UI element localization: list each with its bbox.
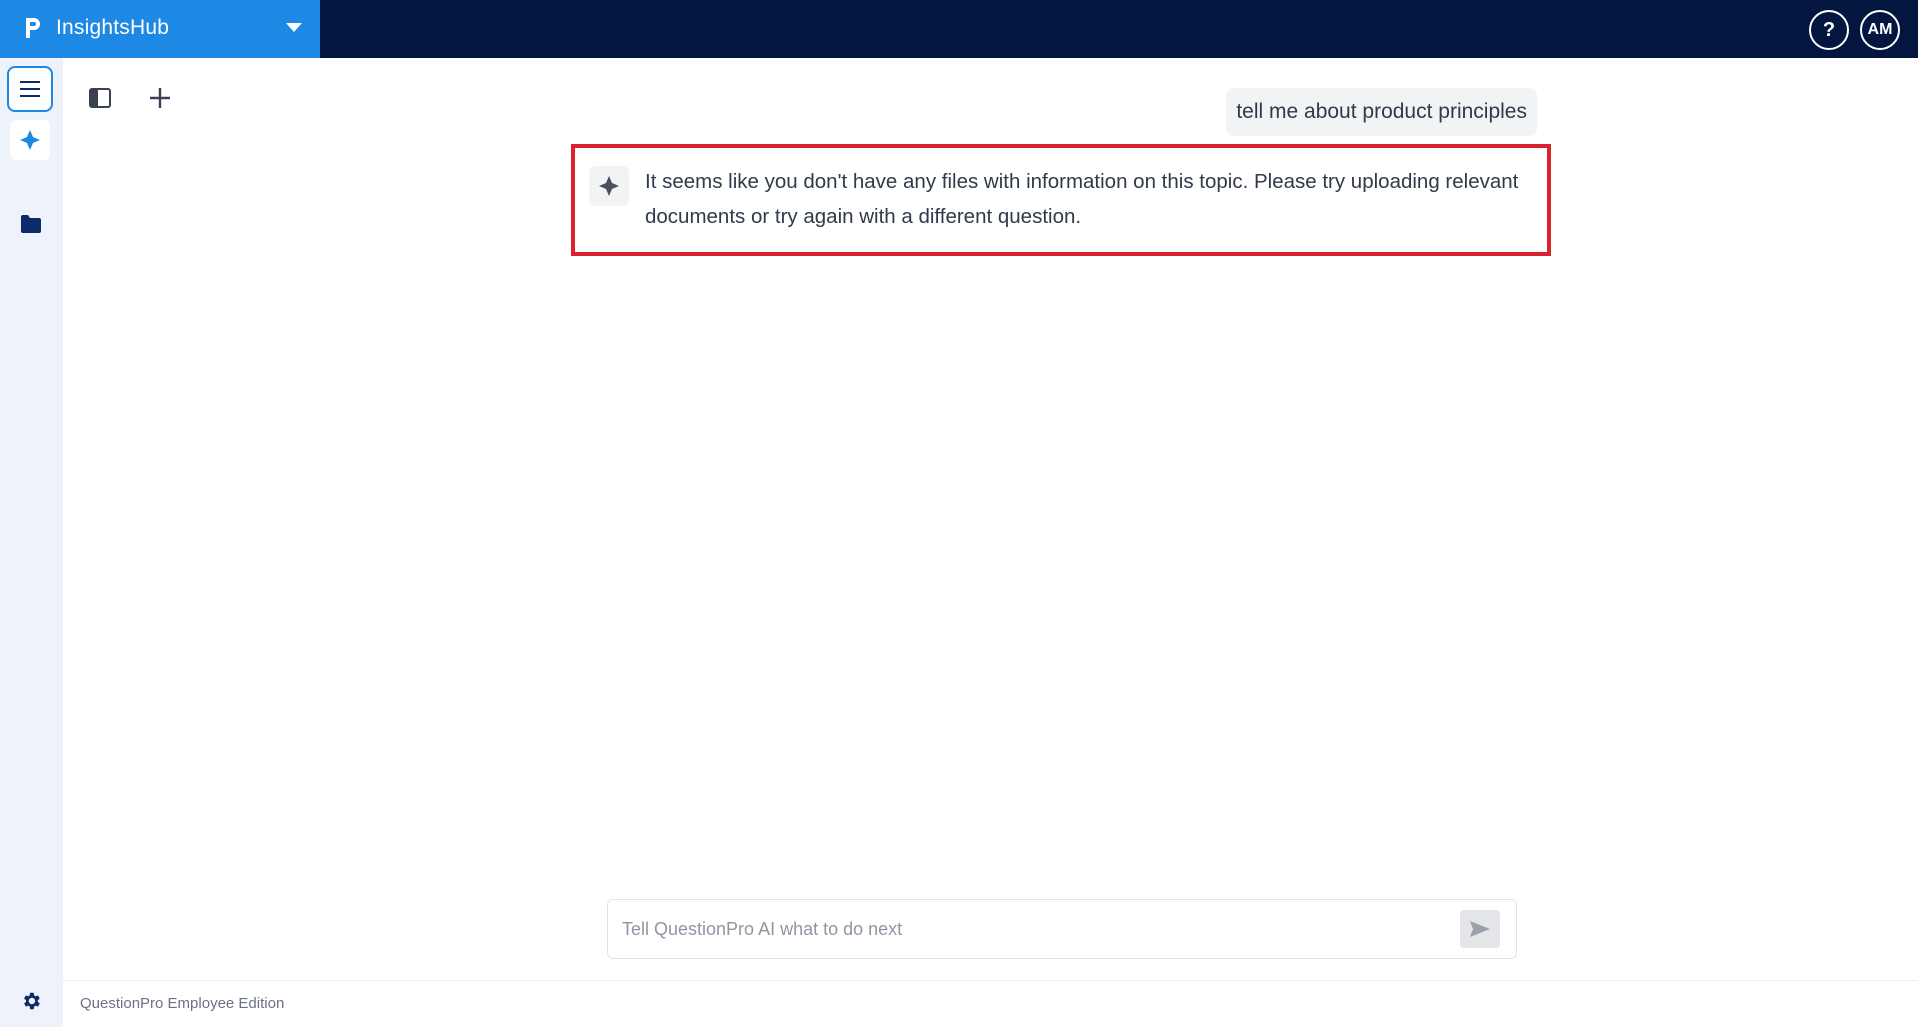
sidebar-item-ai[interactable]	[10, 120, 50, 160]
ai-response-highlight: It seems like you don't have any files w…	[571, 144, 1551, 256]
ai-avatar	[589, 166, 629, 206]
app-title: InsightsHub	[56, 16, 170, 39]
left-sidebar	[0, 58, 63, 1027]
help-button[interactable]: ?	[1809, 10, 1849, 50]
questionpro-logo-icon	[26, 18, 40, 38]
chevron-down-icon	[286, 23, 302, 32]
chat-input-container	[607, 899, 1517, 959]
gear-icon[interactable]	[20, 990, 42, 1012]
folder-icon[interactable]	[20, 214, 42, 234]
panel-toggle-icon[interactable]	[88, 86, 112, 110]
footer-divider	[63, 980, 1918, 981]
sparkle-icon	[599, 176, 619, 196]
top-header: InsightsHub ? AM	[0, 0, 1918, 58]
ai-response-text: It seems like you don't have any files w…	[645, 170, 1519, 228]
send-button[interactable]	[1460, 910, 1500, 948]
app-switcher[interactable]: InsightsHub	[0, 0, 320, 58]
user-message: tell me about product principles	[1226, 88, 1537, 136]
user-avatar[interactable]: AM	[1860, 10, 1900, 50]
plus-icon[interactable]	[148, 86, 172, 110]
footer-text: QuestionPro Employee Edition	[80, 995, 285, 1012]
send-icon	[1470, 921, 1490, 937]
chat-input[interactable]	[620, 910, 1440, 948]
sparkle-icon	[20, 130, 40, 150]
hamburger-menu-icon[interactable]	[7, 66, 53, 112]
